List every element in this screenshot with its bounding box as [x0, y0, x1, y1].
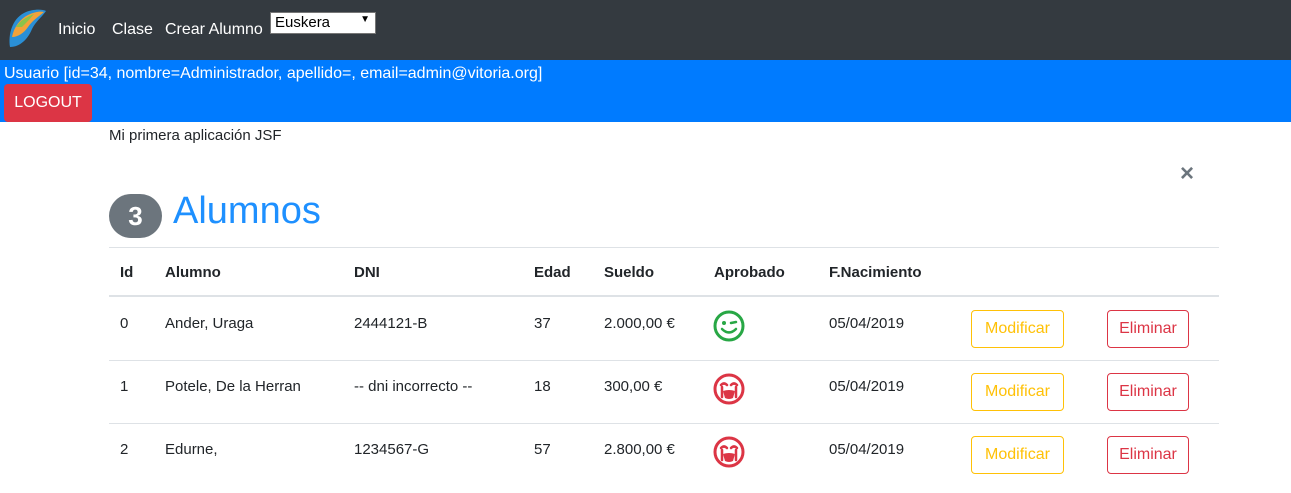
cell-edad: 37	[534, 315, 551, 332]
app-subtitle: Mi primera aplicación JSF	[109, 127, 282, 144]
cell-edad: 57	[534, 441, 551, 458]
language-select[interactable]: Euskera ▼	[270, 12, 376, 34]
cell-id: 0	[120, 315, 129, 332]
happy-face-icon	[713, 310, 745, 342]
cell-dni: 1234567-G	[354, 441, 430, 458]
column-header-dni: DNI	[354, 264, 380, 281]
cell-dni: -- dni incorrecto --	[354, 378, 473, 395]
cell-fecha: 05/04/2019	[829, 441, 905, 458]
cell-fecha: 05/04/2019	[829, 378, 905, 395]
delete-button[interactable]: Eliminar	[1107, 310, 1189, 348]
delete-button[interactable]: Eliminar	[1107, 373, 1189, 411]
cell-sueldo: 2.000,00 €	[604, 315, 675, 332]
crying-face-icon	[713, 373, 745, 405]
count-badge: 3	[109, 194, 162, 238]
language-select-value: Euskera	[275, 14, 331, 31]
user-bar: Usuario [id=34, nombre=Administrador, ap…	[0, 60, 1291, 122]
column-header-id: Id	[120, 264, 134, 281]
close-icon[interactable]: ×	[1180, 160, 1194, 188]
row-divider	[109, 423, 1219, 424]
chevron-down-icon: ▼	[360, 14, 370, 25]
table-header-border	[109, 295, 1219, 297]
page-title: Alumnos	[173, 190, 321, 232]
cell-sueldo: 300,00 €	[604, 378, 663, 395]
column-header-aprobado: Aprobado	[714, 264, 785, 281]
cell-fecha: 05/04/2019	[829, 315, 905, 332]
app-logo-icon[interactable]	[6, 7, 48, 51]
logout-button[interactable]: LOGOUT	[4, 84, 92, 122]
top-navbar: Inicio Clase Crear Alumno Euskera ▼	[0, 0, 1291, 60]
row-divider	[109, 360, 1219, 361]
modify-button[interactable]: Modificar	[971, 436, 1064, 474]
nav-link-crear-alumno[interactable]: Crear Alumno	[165, 21, 263, 39]
user-info-text: Usuario [id=34, nombre=Administrador, ap…	[4, 65, 543, 82]
cell-alumno: Edurne,	[165, 441, 218, 458]
modify-button[interactable]: Modificar	[971, 373, 1064, 411]
cell-sueldo: 2.800,00 €	[604, 441, 675, 458]
column-header-alumno: Alumno	[165, 264, 221, 281]
modify-button[interactable]: Modificar	[971, 310, 1064, 348]
cell-id: 2	[120, 441, 129, 458]
delete-button[interactable]: Eliminar	[1107, 436, 1189, 474]
cell-alumno: Ander, Uraga	[165, 315, 254, 332]
crying-face-icon	[713, 436, 745, 468]
table-top-border	[109, 247, 1219, 248]
column-header-fecha: F.Nacimiento	[829, 264, 922, 281]
nav-link-clase[interactable]: Clase	[112, 21, 153, 39]
column-header-sueldo: Sueldo	[604, 264, 655, 281]
cell-edad: 18	[534, 378, 551, 395]
cell-dni: 2444121-B	[354, 315, 428, 332]
cell-alumno: Potele, De la Herran	[165, 378, 301, 395]
cell-id: 1	[120, 378, 129, 395]
column-header-edad: Edad	[534, 264, 571, 281]
nav-link-inicio[interactable]: Inicio	[58, 21, 95, 39]
